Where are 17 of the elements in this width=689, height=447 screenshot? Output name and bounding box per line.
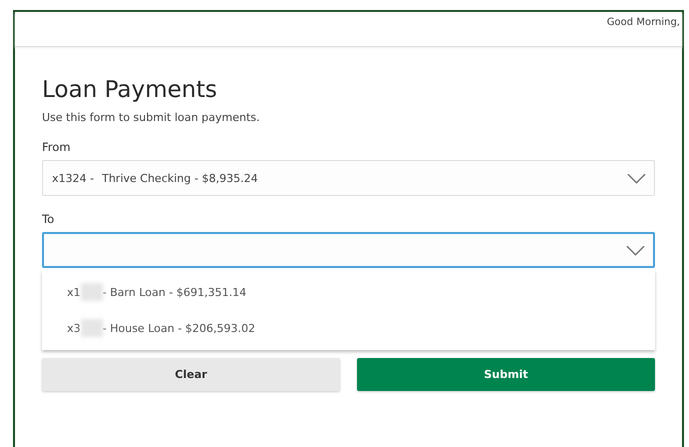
field-label: To	[42, 212, 56, 226]
account-value: Thrive Checking - $8,935.24	[102, 172, 258, 184]
clear-button[interactable]: Clear	[42, 358, 340, 391]
page-title: Loan Payments	[42, 76, 218, 105]
chevron-down-icon	[626, 244, 645, 256]
dropdown-option[interactable]: x3 - House Loan - $206,593.02	[42, 310, 655, 346]
redaction-blur	[80, 319, 103, 337]
to-select[interactable]	[42, 232, 655, 268]
dropdown-option[interactable]: x1 - Barn Loan - $691,351.14	[42, 274, 655, 310]
submit-button[interactable]: Submit	[357, 358, 655, 391]
from-select[interactable]: x1324 - Thrive Checking - $8,935.24	[42, 160, 655, 196]
page-description: Use this form to submit loan payments.	[42, 111, 261, 124]
account-number: x1324 -	[52, 172, 94, 184]
field-label: From	[42, 140, 72, 154]
redaction-blur	[80, 283, 103, 301]
greeting-text: Good Morning,	[606, 16, 681, 28]
chevron-down-icon	[627, 172, 646, 184]
